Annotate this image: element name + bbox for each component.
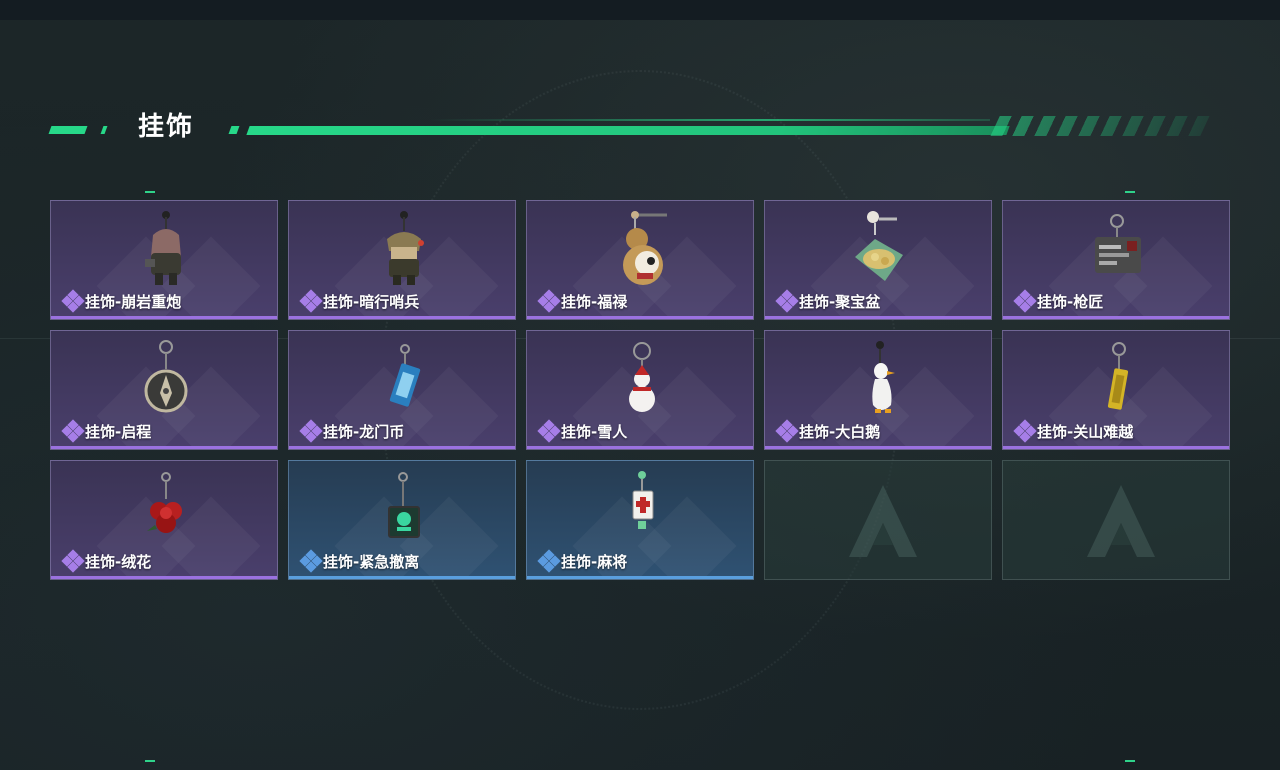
game-logo-icon (849, 485, 917, 557)
gold-bar-charm-icon (1107, 342, 1129, 410)
rarity-icon (775, 419, 799, 443)
goose-charm-icon (872, 341, 895, 413)
header-accent (48, 126, 88, 134)
corner-tick (145, 760, 155, 762)
rarity-icon (1013, 419, 1037, 443)
rarity-stripe (289, 446, 515, 449)
header-accent (100, 126, 108, 134)
header-thin-line (430, 119, 990, 121)
rarity-stripe (527, 316, 753, 319)
rarity-stripe (1003, 316, 1229, 319)
corner-tick (145, 191, 155, 193)
charm-name: 挂饰-崩岩重炮 (85, 293, 182, 311)
rarity-icon (537, 549, 561, 573)
rock-cannon-charm-icon (145, 211, 181, 285)
rarity-icon (775, 289, 799, 313)
charm-name: 挂饰-关山难越 (1037, 423, 1134, 441)
charm-name: 挂饰-绒花 (85, 553, 152, 571)
header-line (246, 126, 1010, 135)
corner-tick (1125, 191, 1135, 193)
rarity-icon (537, 289, 561, 313)
mahjong-charm-icon (632, 471, 654, 529)
charm-card[interactable]: 挂饰-麻将 (526, 460, 754, 580)
evacuation-charm-icon (388, 472, 420, 538)
rarity-stripe (51, 316, 277, 319)
charm-name: 挂饰-启程 (85, 423, 152, 441)
rarity-stripe (765, 316, 991, 319)
game-logo-icon (1087, 485, 1155, 557)
charm-card[interactable]: 挂饰-绒花 (50, 460, 278, 580)
charm-name: 挂饰-龙门币 (323, 423, 405, 441)
section-title: 挂饰 (138, 112, 195, 142)
rarity-stripe (289, 576, 515, 579)
charm-name: 挂饰-紧急撤离 (323, 553, 420, 571)
charm-card[interactable]: 挂饰-龙门币 (288, 330, 516, 450)
rarity-icon (299, 549, 323, 573)
rarity-icon (1013, 289, 1037, 313)
header-accent (228, 126, 240, 134)
empty-slot (764, 460, 992, 580)
charm-card[interactable]: 挂饰-枪匠 (1002, 200, 1230, 320)
charm-name: 挂饰-大白鹅 (799, 423, 881, 441)
rarity-stripe (765, 446, 991, 449)
treasure-bowl-charm-icon (855, 211, 903, 281)
charm-name: 挂饰-枪匠 (1037, 293, 1104, 311)
rarity-stripe (51, 576, 277, 579)
top-strip (0, 0, 1280, 20)
charm-card[interactable]: 挂饰-大白鹅 (764, 330, 992, 450)
sentinel-charm-icon (387, 211, 424, 285)
charm-card[interactable]: 挂饰-暗行哨兵 (288, 200, 516, 320)
charm-card[interactable]: 挂饰-聚宝盆 (764, 200, 992, 320)
rarity-stripe (527, 576, 753, 579)
section-header: 挂饰 (48, 110, 1210, 146)
charm-card[interactable]: 挂饰-关山难越 (1002, 330, 1230, 450)
rarity-icon (299, 289, 323, 313)
charm-card[interactable]: 挂饰-紧急撤离 (288, 460, 516, 580)
rarity-stripe (51, 446, 277, 449)
charm-name: 挂饰-福禄 (561, 293, 628, 311)
rarity-stripe (1003, 446, 1229, 449)
header-checker-pattern (990, 116, 1210, 136)
charm-card[interactable]: 挂饰-启程 (50, 330, 278, 450)
rarity-icon (61, 419, 85, 443)
charm-card[interactable]: 挂饰-福禄 (526, 200, 754, 320)
gunsmith-charm-icon (1095, 214, 1141, 273)
coin-charm-icon (389, 344, 421, 407)
rarity-stripe (289, 316, 515, 319)
charm-name: 挂饰-暗行哨兵 (323, 293, 420, 311)
gourd-charm-icon (623, 211, 667, 285)
charm-name: 挂饰-麻将 (561, 553, 628, 571)
charm-card[interactable]: 挂饰-雪人 (526, 330, 754, 450)
rarity-icon (537, 419, 561, 443)
charm-name: 挂饰-雪人 (561, 423, 628, 441)
charm-card[interactable]: 挂饰-崩岩重炮 (50, 200, 278, 320)
charm-name: 挂饰-聚宝盆 (799, 293, 881, 311)
rarity-icon (61, 289, 85, 313)
velvet-flower-charm-icon (147, 472, 182, 533)
rarity-stripe (527, 446, 753, 449)
empty-slot (1002, 460, 1230, 580)
charm-grid: 挂饰-崩岩重炮 挂饰-暗行哨兵 挂饰-福禄 挂饰-聚宝盆 挂饰-枪匠 挂饰-启程… (50, 200, 1230, 580)
corner-tick (1125, 760, 1135, 762)
rarity-icon (61, 549, 85, 573)
compass-charm-icon (144, 340, 188, 413)
snowman-charm-icon (629, 342, 655, 412)
rarity-icon (299, 419, 323, 443)
